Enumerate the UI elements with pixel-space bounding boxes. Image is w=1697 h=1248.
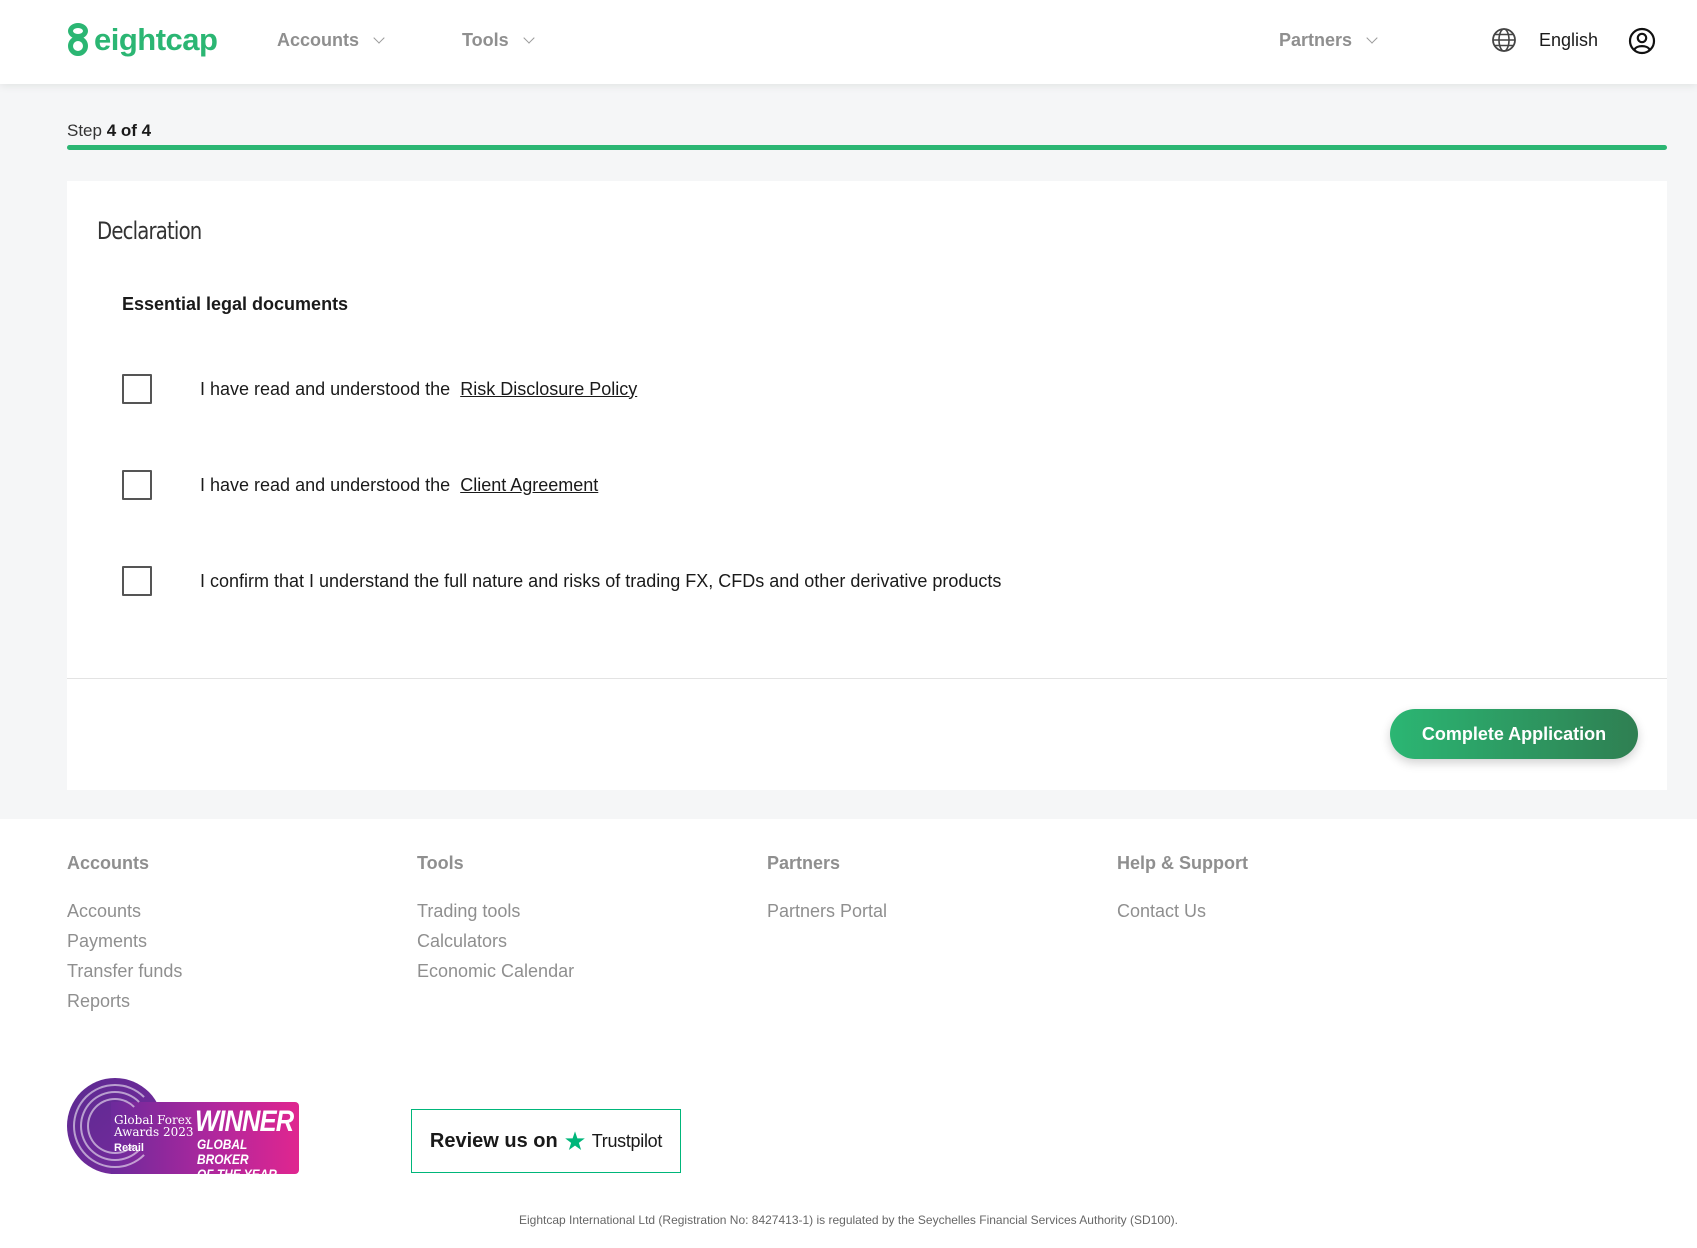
footer-heading: Tools [417, 853, 464, 873]
legal-disclaimer: Eightcap International Ltd (Registration… [518, 1213, 1179, 1227]
step-indicator: Step 4 of 4 [67, 121, 151, 141]
footer-column-partners: Partners Partners Portal [767, 853, 887, 926]
footer-link-transfer-funds[interactable]: Transfer funds [67, 956, 182, 986]
footer-link-economic-calendar[interactable]: Economic Calendar [417, 956, 574, 986]
footer-link-contact-us[interactable]: Contact Us [1117, 896, 1248, 926]
globe-icon[interactable] [1491, 27, 1517, 53]
chevron-down-icon [523, 31, 535, 44]
nav-accounts-label: Accounts [277, 30, 360, 50]
award-text: Global Forex Awards 2023 [114, 1113, 194, 1139]
nav-partners[interactable]: Partners [1279, 30, 1378, 51]
footer-heading: Help & Support [1117, 853, 1248, 873]
footer-column-accounts: Accounts Accounts Payments Transfer fund… [67, 853, 182, 1016]
user-account-icon[interactable] [1628, 27, 1656, 55]
language-selector[interactable]: English [1539, 30, 1598, 51]
card-divider [67, 678, 1667, 679]
logo-text: eightcap [94, 22, 218, 57]
declaration-text: I have read and understood the [200, 378, 451, 399]
eightcap-logo-icon [66, 23, 90, 57]
client-agreement-checkbox[interactable] [122, 470, 152, 500]
section-title: Essential legal documents [122, 294, 349, 314]
top-header: eightcap Accounts Tools Partners English [0, 0, 1697, 84]
trustpilot-text: Review us on [429, 1129, 558, 1152]
footer-column-help-support: Help & Support Contact Us [1117, 853, 1248, 926]
footer-heading: Accounts [67, 853, 150, 873]
chevron-down-icon [1366, 31, 1378, 44]
step-count: 4 of 4 [106, 121, 152, 140]
declaration-row-risk-confirmation: I confirm that I understand the full nat… [122, 566, 1001, 596]
page-footer: Accounts Accounts Payments Transfer fund… [0, 819, 1697, 1248]
footer-link-payments[interactable]: Payments [67, 926, 182, 956]
declaration-row-risk-disclosure: I have read and understood the Risk Disc… [122, 374, 637, 404]
footer-link-partners-portal[interactable]: Partners Portal [767, 896, 887, 926]
declaration-row-client-agreement: I have read and understood the Client Ag… [122, 470, 598, 500]
trustpilot-brand: Trustpilot [591, 1130, 663, 1151]
footer-link-calculators[interactable]: Calculators [417, 926, 574, 956]
footer-heading: Partners [767, 853, 841, 873]
nav-accounts[interactable]: Accounts [277, 30, 385, 51]
footer-link-trading-tools[interactable]: Trading tools [417, 896, 574, 926]
award-category: Retail [114, 1142, 144, 1154]
nav-tools[interactable]: Tools [462, 30, 535, 51]
risk-disclosure-checkbox[interactable] [122, 374, 152, 404]
trustpilot-star-icon [564, 1131, 585, 1150]
nav-tools-label: Tools [462, 30, 509, 50]
footer-link-accounts[interactable]: Accounts [67, 896, 182, 926]
footer-link-reports[interactable]: Reports [67, 986, 182, 1016]
declaration-text: I confirm that I understand the full nat… [200, 570, 1002, 591]
card-title: Declaration [97, 217, 202, 245]
declaration-text: I have read and understood the [200, 474, 451, 495]
risk-confirmation-checkbox[interactable] [122, 566, 152, 596]
client-agreement-link[interactable]: Client Agreement [460, 475, 598, 496]
trustpilot-review-button[interactable]: Review us on Trustpilot [411, 1109, 681, 1173]
risk-disclosure-policy-link[interactable]: Risk Disclosure Policy [460, 379, 637, 400]
global-forex-award-badge: Global Forex Awards 2023 Retail WINNER G… [67, 1078, 299, 1182]
award-winner-text: WINNER [195, 1105, 294, 1138]
nav-partners-label: Partners [1279, 30, 1353, 50]
footer-column-tools: Tools Trading tools Calculators Economic… [417, 853, 574, 986]
declaration-card: Declaration Essential legal documents I … [67, 181, 1667, 790]
step-progress-bar [67, 145, 1667, 150]
chevron-down-icon [373, 31, 385, 44]
step-prefix: Step [67, 121, 102, 140]
award-title: GLOBAL BROKER OF THE YEAR [197, 1136, 277, 1182]
eightcap-logo[interactable]: eightcap [66, 22, 218, 58]
step-progress-fill [67, 145, 1667, 150]
complete-application-button[interactable]: Complete Application [1390, 709, 1638, 759]
